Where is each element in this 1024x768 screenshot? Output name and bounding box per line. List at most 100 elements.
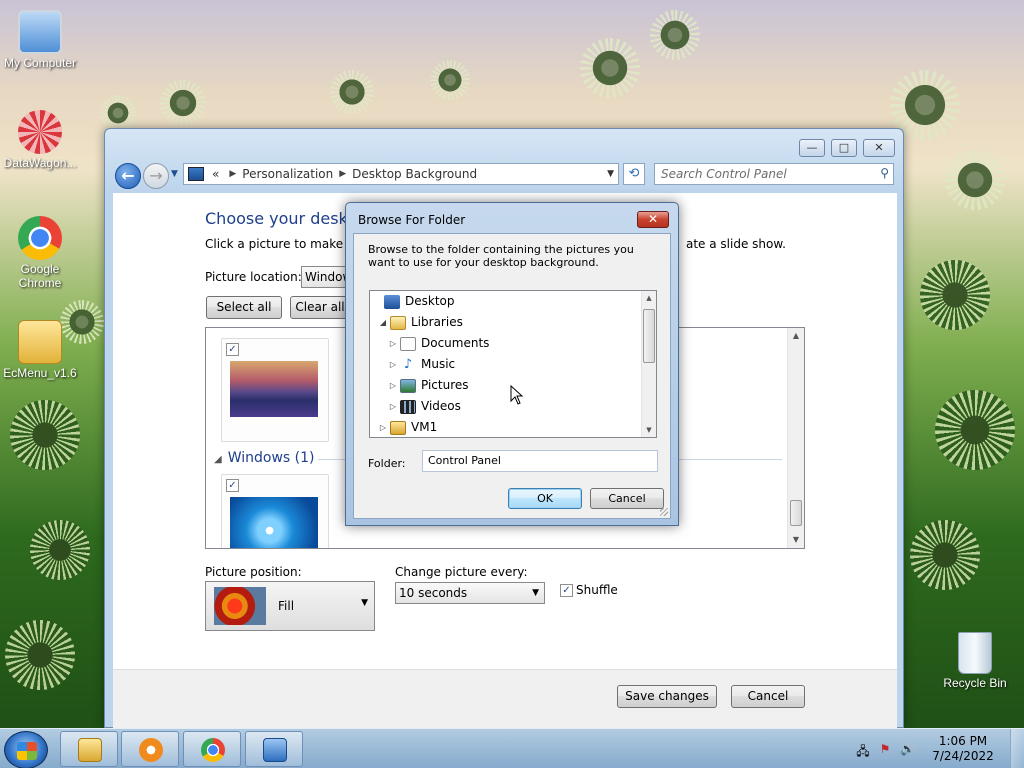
breadcrumb-personalization[interactable]: Personalization [242,167,333,181]
dialog-cancel-button[interactable]: Cancel [590,488,664,509]
resize-grip-icon[interactable] [660,508,668,516]
desktop-icon-google-chrome[interactable]: Google Chrome [0,216,80,290]
chevron-right-icon[interactable]: ▶ [339,169,346,179]
sunset-lake-image [230,361,318,417]
collapsed-triangle-icon[interactable]: ▷ [388,375,398,396]
tree-item-music[interactable]: ▷ ♪ Music [388,354,455,375]
shuffle-checkbox[interactable]: ✓ [560,584,573,597]
tree-item-pictures[interactable]: ▷ Pictures [388,375,469,396]
desktop-icon-label: EcMenu_v1.6 [3,366,77,380]
chevron-down-icon[interactable]: ▼ [532,588,539,598]
minimize-button[interactable]: — [799,139,825,157]
tree-item-label: Videos [421,399,461,413]
mouse-cursor-icon [510,385,524,405]
taskbar-chrome[interactable] [183,731,241,767]
taskbar-explorer[interactable] [60,731,118,767]
wallpaper-flower [100,95,136,131]
desktop-icon-ecmenu[interactable]: EcMenu_v1.6 [0,320,80,380]
libraries-icon [390,315,406,330]
tree-item-documents[interactable]: ▷ Documents [388,333,489,354]
desktop-icon-datawagon[interactable]: DataWagon... [0,110,80,170]
picture-checkbox[interactable]: ✓ [226,479,239,492]
chevron-down-icon[interactable]: ▼ [361,598,368,608]
desktop-icon-my-computer[interactable]: My Computer [0,10,80,70]
taskbar-control-panel[interactable] [245,731,303,767]
windows-logo-icon [17,742,37,760]
folder-icon [78,738,102,762]
picture-position-select[interactable]: Fill ▼ [205,581,375,631]
desktop-icon-label: Google Chrome [18,262,62,290]
tree-item-vm1[interactable]: ▷ VM1 [378,417,437,437]
scroll-up-icon[interactable]: ▲ [642,291,656,305]
show-desktop-button[interactable] [1010,729,1024,768]
forward-arrow-icon[interactable]: → [143,163,169,189]
back-arrow-icon[interactable]: ← [115,163,141,189]
cancel-button[interactable]: Cancel [731,685,805,708]
tree-item-label: Pictures [421,378,469,392]
chevron-down-icon[interactable]: ▼ [607,169,614,179]
tree-scrollbar[interactable]: ▲ ▼ [641,291,656,437]
folder-field[interactable]: Control Panel [422,450,658,472]
scrollbar-thumb[interactable] [790,500,802,526]
picture-checkbox[interactable]: ✓ [226,343,239,356]
clock[interactable]: 1:06 PM 7/24/2022 [928,734,998,764]
tree-item-libraries[interactable]: ◢ Libraries [378,312,463,333]
dialog-title: Browse For Folder [358,213,466,227]
chrome-icon [201,738,225,762]
videos-icon [400,399,416,414]
save-changes-button[interactable]: Save changes [617,685,717,708]
taskbar: 🖧 ⚑ 🔊 1:06 PM 7/24/2022 [0,728,1024,768]
scroll-down-icon[interactable]: ▼ [788,532,804,548]
change-picture-value: 10 seconds [399,586,468,600]
desktop-icon-label: DataWagon... [3,156,77,170]
picture-thumbnail[interactable]: ✓ [221,474,329,548]
user-folder-icon [390,420,406,435]
scrollbar-thumb[interactable] [643,309,655,363]
chevron-right-icon[interactable]: ▶ [229,169,236,179]
refresh-icon[interactable]: ⟲ [623,163,645,185]
page-subtitle: Click a picture to make it y [205,237,366,251]
desktop-icon-recycle-bin[interactable]: Recycle Bin [935,632,1015,690]
wallpaper-flower [580,38,640,98]
taskbar-media-player[interactable] [121,731,179,767]
dialog-close-button[interactable]: ✕ [637,211,669,228]
picture-location-select[interactable]: Window [301,266,351,288]
breadcrumb-desktop-background[interactable]: Desktop Background [352,167,477,181]
clear-all-button[interactable]: Clear all [290,296,350,319]
tree-item-videos[interactable]: ▷ Videos [388,396,461,417]
close-button[interactable]: ✕ [863,139,895,157]
documents-icon [400,336,416,351]
search-input[interactable]: Search Control Panel ⚲ [654,163,894,185]
select-all-button[interactable]: Select all [206,296,282,319]
change-picture-select[interactable]: 10 seconds ▼ [395,582,545,604]
collapse-icon[interactable]: ◢ [214,454,222,465]
group-header-windows[interactable]: ◢ Windows (1) [214,450,314,466]
gallery-scrollbar[interactable]: ▲ ▼ [787,328,804,548]
start-button[interactable] [4,731,48,768]
action-center-flag-icon[interactable]: ⚑ [878,742,892,756]
tree-item-desktop[interactable]: Desktop [372,291,455,312]
wallpaper-flower [30,520,90,580]
network-icon[interactable]: 🖧 [856,742,870,758]
folder-tree[interactable]: Desktop ◢ Libraries ▷ Documents ▷ ♪ Musi… [369,290,657,438]
page-subtitle-right: ate a slide show. [686,237,786,251]
volume-icon[interactable]: 🔊 [900,742,915,756]
scroll-up-icon[interactable]: ▲ [788,328,804,344]
collapsed-triangle-icon[interactable]: ▷ [388,333,398,354]
address-bar[interactable]: « ▶ Personalization ▶ Desktop Background… [183,163,619,185]
chrome-icon [18,216,62,260]
wallpaper-flower [160,80,206,126]
maximize-button[interactable]: □ [831,139,857,157]
datawagon-icon [18,110,62,154]
address-overflow-chevron[interactable]: « [212,167,219,181]
search-icon[interactable]: ⚲ [880,166,889,180]
scroll-down-icon[interactable]: ▼ [642,423,656,437]
picture-thumbnail[interactable]: ✓ [221,338,329,442]
collapsed-triangle-icon[interactable]: ▷ [378,417,388,437]
collapsed-triangle-icon[interactable]: ▷ [388,396,398,417]
recent-pages-chevron-icon[interactable]: ▼ [171,169,178,179]
ok-button[interactable]: OK [508,488,582,509]
expanded-triangle-icon[interactable]: ◢ [378,312,388,333]
command-bar: Save changes Cancel [113,669,897,729]
collapsed-triangle-icon[interactable]: ▷ [388,354,398,375]
